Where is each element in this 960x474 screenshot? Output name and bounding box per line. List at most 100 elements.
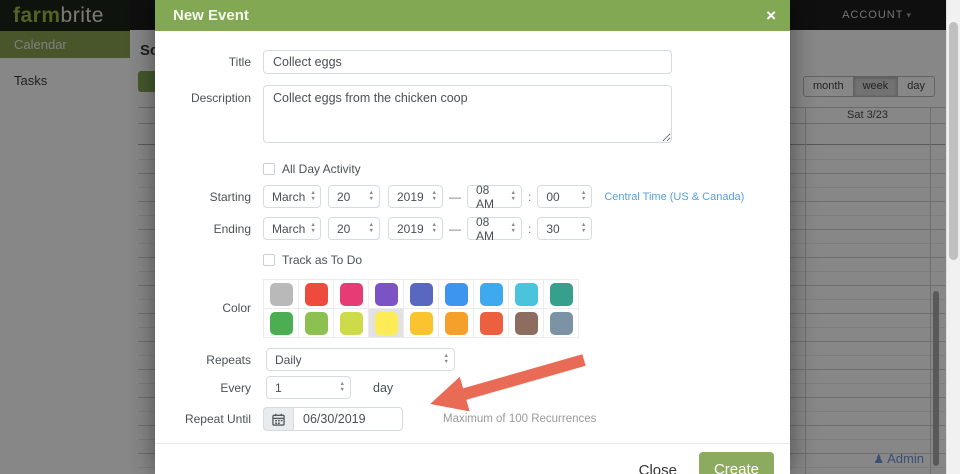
spinner-icon: ▲ ▼ xyxy=(580,189,587,202)
color-swatch-cell[interactable] xyxy=(439,309,474,338)
modal-body: Title Description Collect eggs from the … xyxy=(155,31,790,431)
repeat-until-input[interactable] xyxy=(293,407,403,431)
repeat-until-label: Repeat Until xyxy=(184,412,251,426)
starting-label: Starting xyxy=(209,189,251,204)
recurrence-note: Maximum of 100 Recurrences xyxy=(443,413,597,425)
color-swatch xyxy=(549,311,573,335)
starting-month-value: March xyxy=(272,189,306,204)
color-swatch xyxy=(339,311,363,335)
ending-day-value: 20 xyxy=(337,221,351,236)
color-swatch xyxy=(479,282,503,306)
repeats-value: Daily xyxy=(275,352,302,367)
ending-hour-value: 08 AM xyxy=(476,214,494,243)
color-swatch-cell[interactable] xyxy=(509,280,544,309)
timezone-link[interactable]: Central Time (US & Canada) xyxy=(604,191,744,203)
ending-minute-select[interactable]: 30 ▲ ▼ xyxy=(537,217,593,240)
starting-hour-select[interactable]: 08 AM ▲ ▼ xyxy=(467,183,522,211)
color-swatch-cell[interactable] xyxy=(334,280,369,309)
spinner-icon: ▲ ▼ xyxy=(510,189,516,202)
color-swatch xyxy=(374,311,398,335)
modal-header: New Event × xyxy=(155,0,790,31)
color-swatch-cell[interactable] xyxy=(404,280,439,309)
close-button[interactable]: Close xyxy=(625,454,691,474)
spinner-icon: ▲ ▼ xyxy=(368,221,374,234)
color-swatch-cell[interactable] xyxy=(544,280,579,309)
color-swatch-cell[interactable] xyxy=(299,280,334,309)
starting-day-select[interactable]: 20 ▲ ▼ xyxy=(328,185,380,208)
every-select[interactable]: 1 ▲ ▼ xyxy=(266,376,351,399)
spinner-icon: ▲ ▼ xyxy=(310,221,316,234)
repeats-select[interactable]: Daily ▲ ▼ xyxy=(266,348,455,371)
ending-day-select[interactable]: 20 ▲ ▼ xyxy=(328,217,380,240)
create-button[interactable]: Create xyxy=(698,452,774,474)
starting-month-select[interactable]: March ▲ ▼ xyxy=(263,185,321,208)
title-label: Title xyxy=(228,55,251,69)
spinner-icon: ▲ ▼ xyxy=(310,189,316,202)
description-label: Description xyxy=(190,91,251,105)
color-swatch-cell[interactable] xyxy=(264,309,299,338)
spinner-icon: ▲ ▼ xyxy=(580,221,587,234)
color-grid xyxy=(263,279,579,338)
description-textarea[interactable]: Collect eggs from the chicken coop xyxy=(263,85,672,143)
spinner-icon: ▲ ▼ xyxy=(431,221,437,234)
color-swatch-cell[interactable] xyxy=(404,309,439,338)
every-label: Every xyxy=(220,380,251,395)
ending-month-select[interactable]: March ▲ ▼ xyxy=(263,217,321,240)
color-swatch-cell[interactable] xyxy=(474,309,509,338)
color-swatch xyxy=(549,282,573,306)
scrollbar-thumb[interactable] xyxy=(949,22,958,260)
color-swatch-cell[interactable] xyxy=(299,309,334,338)
all-day-checkbox[interactable] xyxy=(263,163,275,175)
color-swatch-cell[interactable] xyxy=(474,280,509,309)
color-swatch xyxy=(514,311,538,335)
color-swatch-cell[interactable] xyxy=(369,280,404,309)
ending-hour-select[interactable]: 08 AM ▲ ▼ xyxy=(467,214,522,243)
app-root: ACCOUNT▾ farmbrite CalendarTasks Schedul… xyxy=(0,0,960,474)
calendar-icon xyxy=(263,407,293,431)
color-swatch xyxy=(514,282,538,306)
spinner-icon: ▲ ▼ xyxy=(443,352,449,365)
starting-year-value: 2019 xyxy=(397,189,424,204)
ending-year-value: 2019 xyxy=(397,221,424,236)
spinner-icon: ▲ ▼ xyxy=(510,221,516,234)
spinner-icon: ▲ ▼ xyxy=(339,380,345,393)
color-swatch xyxy=(479,311,503,335)
color-swatch xyxy=(304,311,328,335)
modal-title: New Event xyxy=(173,7,249,24)
ending-year-select[interactable]: 2019 ▲ ▼ xyxy=(388,217,443,240)
modal-footer: Close Create xyxy=(155,443,790,474)
ending-label: Ending xyxy=(213,221,251,236)
starting-year-select[interactable]: 2019 ▲ ▼ xyxy=(388,185,443,208)
starting-minute-value: 00 xyxy=(546,189,560,204)
color-swatch xyxy=(374,282,398,306)
track-todo-label: Track as To Do xyxy=(282,253,363,267)
ending-month-value: March xyxy=(272,221,306,236)
new-event-modal: New Event × Title Description Collect eg… xyxy=(155,0,790,474)
color-swatch xyxy=(444,282,468,306)
time-colon: : xyxy=(528,189,532,204)
color-swatch-cell[interactable] xyxy=(334,309,369,338)
color-swatch-cell[interactable] xyxy=(439,280,474,309)
browser-scrollbar[interactable] xyxy=(946,0,960,474)
spinner-icon: ▲ ▼ xyxy=(368,189,374,202)
ending-minute-value: 30 xyxy=(546,221,560,236)
color-swatch-cell[interactable] xyxy=(544,309,579,338)
all-day-label: All Day Activity xyxy=(282,162,361,176)
close-icon[interactable]: × xyxy=(766,7,776,24)
date-time-dash: — xyxy=(449,189,461,204)
repeats-label: Repeats xyxy=(206,352,251,367)
color-label: Color xyxy=(222,301,251,315)
every-value: 1 xyxy=(275,380,282,395)
track-todo-checkbox[interactable] xyxy=(263,254,275,266)
time-colon: : xyxy=(528,221,532,236)
color-swatch-cell[interactable] xyxy=(509,309,544,338)
starting-day-value: 20 xyxy=(337,189,351,204)
color-swatch-cell[interactable] xyxy=(369,309,404,338)
color-swatch xyxy=(269,311,293,335)
color-swatch-cell[interactable] xyxy=(264,280,299,309)
color-swatch xyxy=(339,282,363,306)
color-swatch xyxy=(409,311,433,335)
starting-minute-select[interactable]: 00 ▲ ▼ xyxy=(537,185,593,208)
color-swatch xyxy=(444,311,468,335)
title-input[interactable] xyxy=(263,50,672,74)
